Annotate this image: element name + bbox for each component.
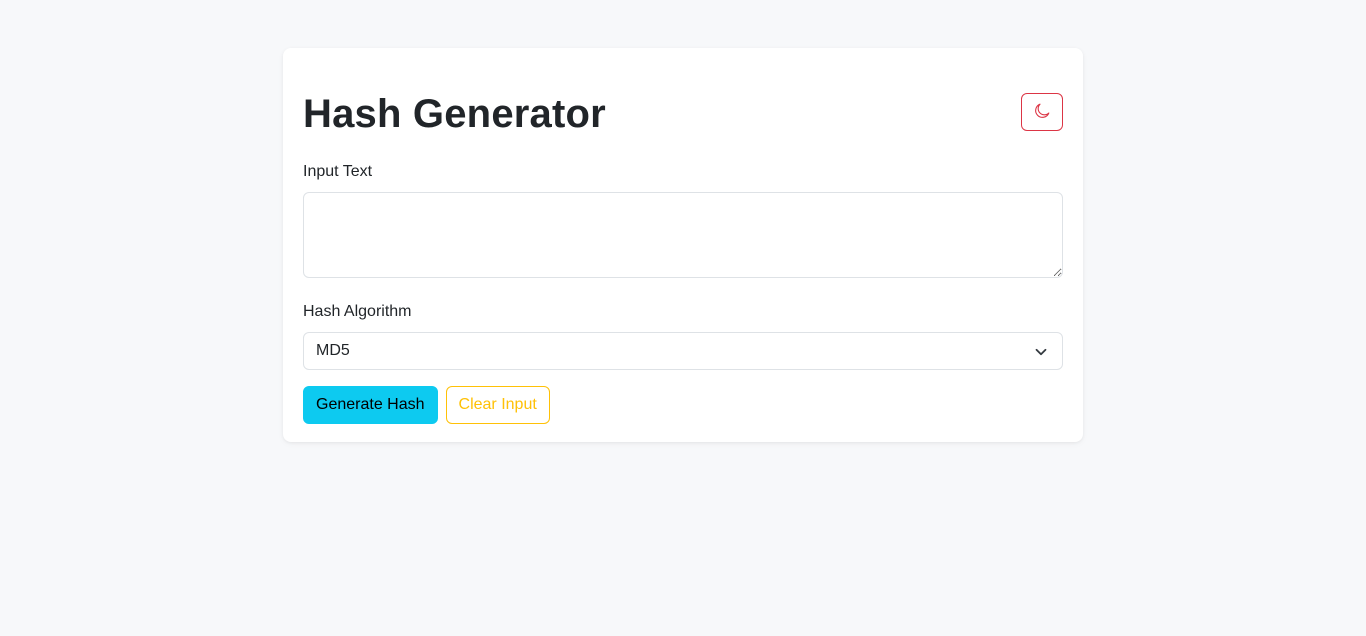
hash-generator-card: Hash Generator Input Text Hash Algorithm… xyxy=(283,48,1083,442)
page-title: Hash Generator xyxy=(303,92,606,136)
input-text-area[interactable] xyxy=(303,192,1063,278)
moon-icon xyxy=(1034,103,1050,122)
input-text-label: Input Text xyxy=(303,163,373,180)
clear-input-button[interactable]: Clear Input xyxy=(445,386,550,424)
chevron-down-icon xyxy=(1034,345,1048,359)
theme-toggle-button[interactable] xyxy=(1021,93,1063,131)
action-buttons: Generate Hash Clear Input xyxy=(303,386,1063,424)
generate-hash-button[interactable]: Generate Hash xyxy=(303,386,438,424)
hash-algorithm-select[interactable]: MD5 xyxy=(303,332,1063,370)
card-header: Hash Generator xyxy=(303,68,1063,136)
selected-algorithm: MD5 xyxy=(316,342,350,359)
hash-algorithm-label: Hash Algorithm xyxy=(303,303,412,320)
